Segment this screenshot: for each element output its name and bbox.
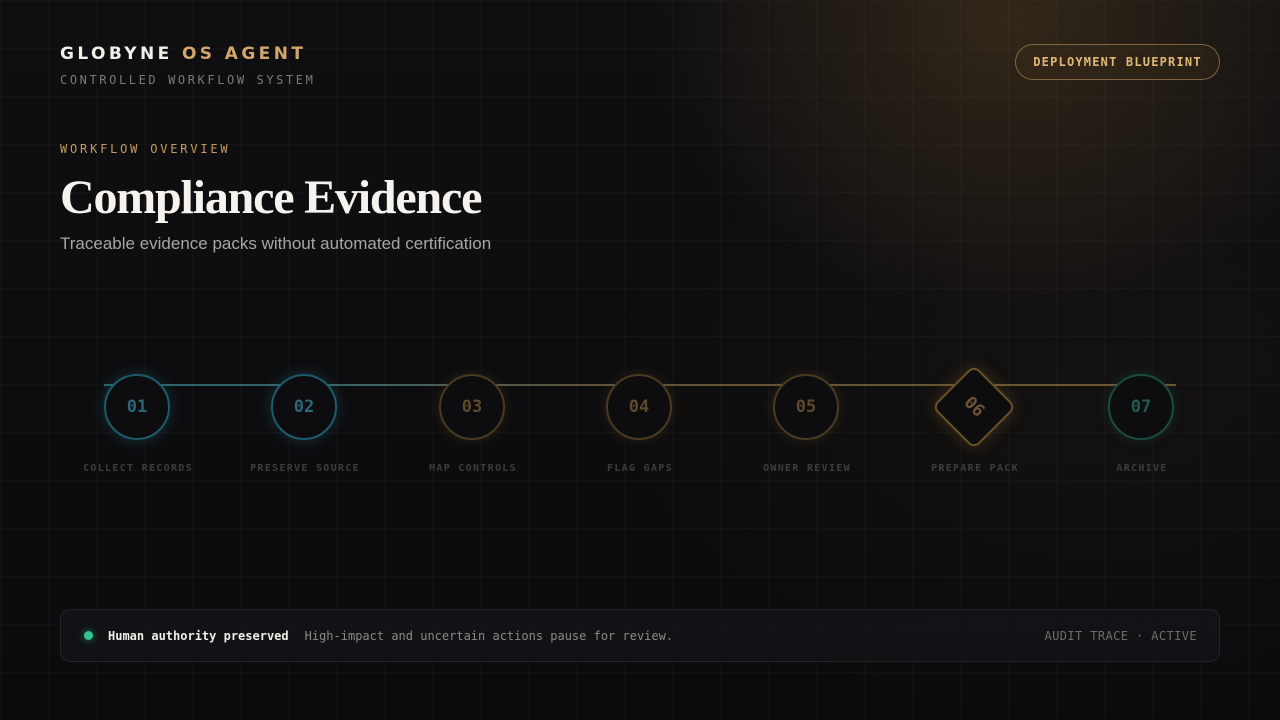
brand-title-main: GLOBYNE [60,44,173,64]
brand: GLOBYNE OS AGENT CONTROLLED WORKFLOW SYS… [60,44,315,87]
step-node: 07 [1108,374,1174,440]
status-heading: Human authority preserved [108,628,289,643]
section-eyebrow: WORKFLOW OVERVIEW [60,142,231,156]
step-label: FLAG GAPS [607,463,673,474]
status-description: High-impact and uncertain actions pause … [304,628,674,643]
brand-subtitle: CONTROLLED WORKFLOW SYSTEM [60,73,316,87]
step-label: COLLECT RECORDS [83,463,193,474]
step-number: 06 [959,392,989,422]
step-node: 03 [439,374,505,440]
page-title: Compliance Evidence [60,171,482,224]
step-label: PREPARE PACK [931,463,1019,474]
step-node: 05 [773,374,839,440]
status-dot-icon [84,631,93,640]
step-label: ARCHIVE [1116,463,1168,474]
status-bar: Human authority preserved High-impact an… [60,609,1220,662]
step-label: OWNER REVIEW [763,463,851,474]
step-node: 02 [271,374,337,440]
brand-title-accent: OS AGENT [181,44,307,64]
step-node: 04 [606,374,672,440]
step-label: PRESERVE SOURCE [250,463,360,474]
deployment-blueprint-button[interactable]: DEPLOYMENT BLUEPRINT [1015,44,1220,80]
brand-title: GLOBYNE OS AGENT [60,44,315,64]
step-label: MAP CONTROLS [429,463,517,474]
step-node: 01 [104,374,170,440]
audit-trace-status: AUDIT TRACE · ACTIVE [1044,628,1197,643]
page-subtitle: Traceable evidence packs without automat… [60,234,492,253]
